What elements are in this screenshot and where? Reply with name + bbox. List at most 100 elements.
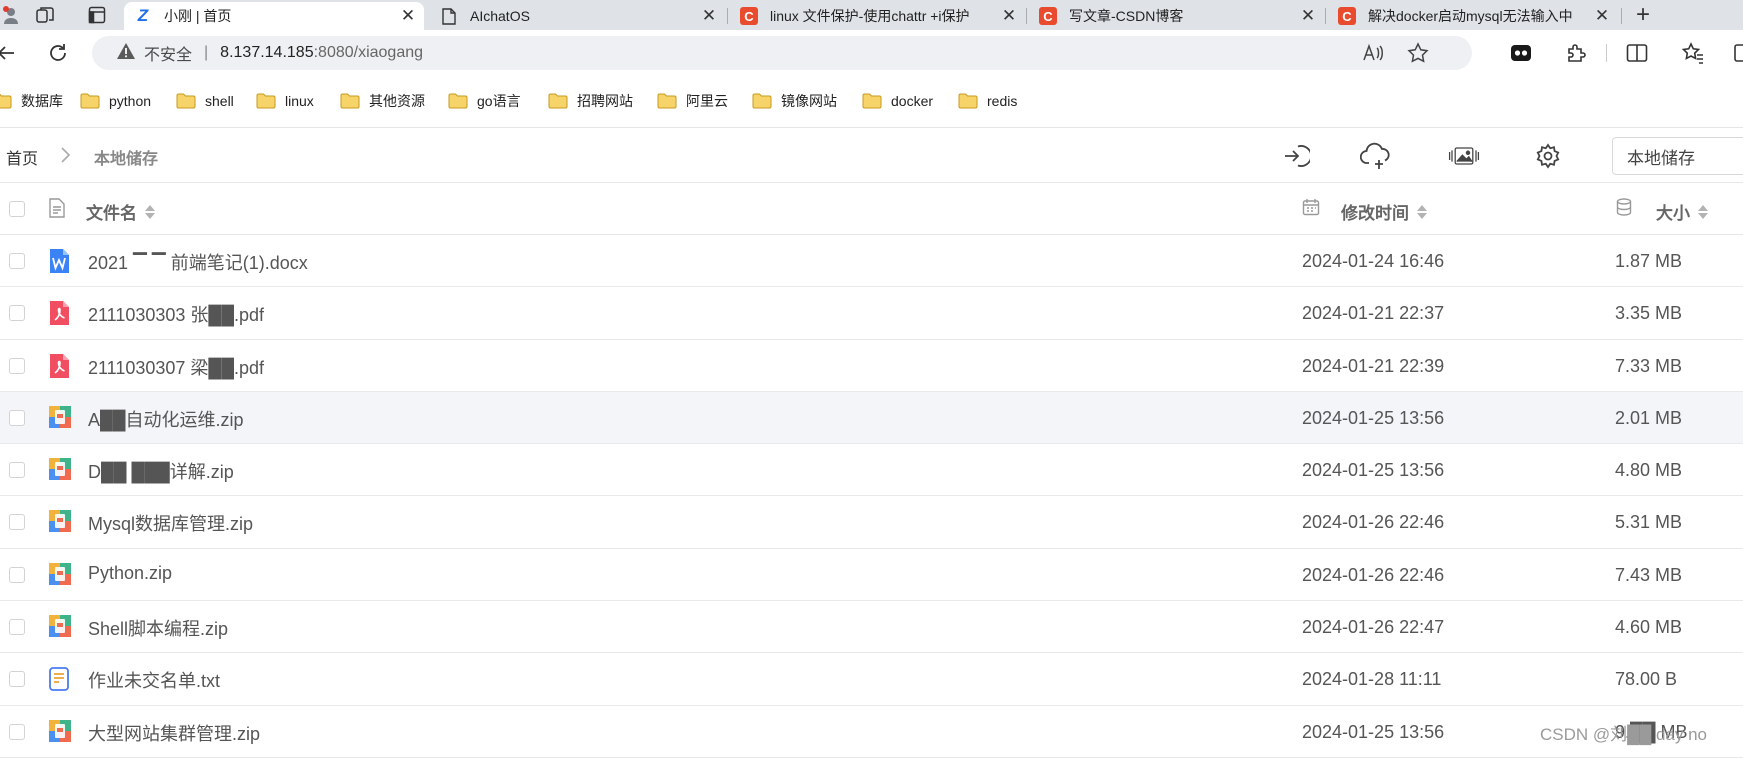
settings-gear-icon[interactable] [1532, 141, 1564, 171]
file-type-header-icon [48, 198, 66, 218]
tab-linux-chattr[interactable]: C linux 文件保护-使用chattr +i保护 ✕ [730, 2, 1025, 30]
row-checkbox[interactable] [9, 253, 25, 269]
reload-icon[interactable] [44, 39, 72, 67]
tab-docker-mysql[interactable]: C 解决docker启动mysql无法输入中 ✕ [1328, 2, 1618, 30]
file-row[interactable]: 作业未交名单.txt 2024-01-28 11:11 78.00 B [0, 653, 1743, 706]
login-icon[interactable] [1280, 141, 1312, 171]
file-name[interactable]: 2111030307 梁██.pdf [88, 354, 264, 380]
file-name[interactable]: Python.zip [88, 563, 172, 584]
tab-csdn-write[interactable]: C 写文章-CSDN博客 ✕ [1029, 2, 1324, 30]
new-tab-button[interactable]: + [1628, 1, 1658, 28]
folder-icon [340, 93, 360, 109]
file-size: 7.43 MB [1615, 564, 1683, 585]
bookmark-label: docker [891, 93, 934, 109]
workspaces-icon[interactable] [28, 3, 62, 27]
close-tab-icon[interactable]: ✕ [1590, 4, 1614, 28]
bookmark-label: 其他资源 [369, 93, 425, 109]
file-modified: 2024-01-28 11:11 [1302, 669, 1442, 690]
sort-icon[interactable] [1698, 204, 1708, 219]
bookmark-folder[interactable]: linux [256, 90, 314, 112]
bookmark-folder[interactable]: 数据库 [0, 90, 63, 112]
file-modified: 2024-01-26 22:46 [1302, 512, 1445, 533]
file-name[interactable]: 2021 ▔ ▔ 前端笔记(1).docx [88, 249, 308, 275]
bookmark-folder[interactable]: 其他资源 [340, 90, 425, 112]
file-row[interactable]: Mysql数据库管理.zip 2024-01-26 22:46 5.31 MB [0, 496, 1743, 549]
row-checkbox[interactable] [9, 671, 25, 688]
extensions-puzzle-icon[interactable] [1563, 40, 1589, 66]
bookmark-folder[interactable]: 招聘网站 [548, 90, 633, 112]
file-row[interactable]: Shell脚本编程.zip 2024-01-26 22:47 4.60 MB [0, 601, 1743, 654]
file-modified: 2024-01-21 22:39 [1302, 355, 1445, 376]
tab-title: linux 文件保护-使用chattr +i保护 [770, 8, 970, 24]
cloud-upload-icon[interactable] [1360, 141, 1392, 171]
row-checkbox[interactable] [9, 566, 25, 583]
warning-icon[interactable] [116, 42, 136, 65]
row-checkbox[interactable] [9, 723, 25, 740]
column-size-header[interactable]: 大小 [1656, 199, 1708, 224]
file-modified: 2024-01-26 22:46 [1302, 564, 1445, 585]
row-checkbox[interactable] [9, 514, 25, 531]
favorite-star-icon[interactable] [1406, 41, 1430, 65]
tab-xiaogang-home[interactable]: Z 小刚 | 首页 ✕ [124, 2, 424, 30]
close-tab-icon[interactable]: ✕ [396, 4, 420, 28]
column-modified-header[interactable]: 修改时间 [1341, 199, 1427, 224]
file-name[interactable]: D██ ███详解.zip [88, 458, 234, 484]
file-row[interactable]: 大型网站集群管理.zip 2024-01-25 13:56 9.██ MB [0, 706, 1743, 758]
gallery-icon[interactable] [1448, 141, 1480, 171]
file-row[interactable]: 2111030307 梁██.pdf 2024-01-21 22:39 7.33 M… [0, 340, 1743, 392]
breadcrumb-home[interactable]: 首页 [6, 145, 38, 169]
zip-file-icon [48, 509, 72, 535]
zip-file-icon [48, 562, 72, 588]
row-checkbox[interactable] [9, 462, 25, 479]
split-screen-icon[interactable] [1624, 40, 1650, 66]
profile-avatar-icon[interactable] [0, 3, 28, 27]
vertical-tabs-icon[interactable] [80, 3, 114, 27]
bookmark-folder[interactable]: 镜像网站 [752, 90, 837, 112]
bookmark-label: go语言 [477, 93, 521, 109]
file-row[interactable]: 2111030303 张██.pdf 2024-01-21 22:37 3.35 M… [0, 287, 1743, 340]
file-size: 4.80 MB [1615, 460, 1683, 481]
select-all-checkbox[interactable] [9, 201, 25, 217]
row-checkbox[interactable] [9, 357, 25, 374]
file-row[interactable]: D██ ███详解.zip 2024-01-25 13:56 4.80 MB [0, 444, 1743, 497]
file-name[interactable]: Shell脚本编程.zip [88, 615, 228, 641]
file-row[interactable]: Python.zip 2024-01-26 22:46 7.43 MB [0, 549, 1743, 602]
close-tab-icon[interactable]: ✕ [697, 4, 721, 28]
file-name[interactable]: 大型网站集群管理.zip [88, 720, 260, 746]
bookmark-folder[interactable]: redis [958, 90, 1017, 112]
bookmark-folder[interactable]: python [80, 90, 151, 112]
row-checkbox[interactable] [9, 305, 25, 322]
not-secure-label: 不安全 [144, 47, 193, 64]
collections-icon[interactable] [1730, 40, 1743, 66]
file-name[interactable]: 2111030303 张██.pdf [88, 301, 264, 327]
address-bar[interactable]: 不安全 | 8.137.14.185 :8080/xiaogang [92, 36, 1472, 70]
close-tab-icon[interactable]: ✕ [1296, 4, 1320, 28]
bookmark-folder[interactable]: docker [862, 90, 933, 112]
file-name[interactable]: Mysql数据库管理.zip [88, 510, 253, 536]
folder-icon [176, 93, 196, 109]
sort-icon[interactable] [145, 204, 155, 219]
sort-icon[interactable] [1417, 204, 1427, 219]
favorites-icon[interactable] [1680, 40, 1706, 66]
close-tab-icon[interactable]: ✕ [997, 4, 1021, 28]
file-row[interactable]: A██自动化运维.zip 2024-01-25 13:56 2.01 MB [0, 391, 1743, 445]
storage-select[interactable]: 本地储存 [1612, 137, 1743, 175]
tab-aichatos[interactable]: AIchatOS ✕ [430, 2, 725, 30]
file-name[interactable]: A██自动化运维.zip [88, 406, 244, 432]
pdf-file-icon [48, 300, 72, 326]
read-aloud-icon[interactable] [1362, 41, 1386, 65]
extension-icon[interactable] [1508, 40, 1534, 66]
file-list: 2021 ▔ ▔ 前端笔记(1).docx 2024-01-24 16:46 1.8… [0, 235, 1743, 758]
file-row[interactable]: 2021 ▔ ▔ 前端笔记(1).docx 2024-01-24 16:46 1.8… [0, 235, 1743, 288]
tab-divider [1026, 8, 1027, 24]
bookmark-label: python [109, 93, 152, 109]
file-name[interactable]: 作业未交名单.txt [88, 667, 220, 693]
row-checkbox[interactable] [9, 619, 25, 636]
column-name-header[interactable]: 文件名 [86, 199, 155, 224]
bookmark-folder[interactable]: go语言 [448, 90, 521, 112]
row-checkbox[interactable] [9, 409, 25, 426]
zip-file-icon [48, 614, 72, 640]
back-arrow-icon[interactable] [0, 39, 20, 67]
bookmark-folder[interactable]: 阿里云 [657, 90, 728, 112]
bookmark-folder[interactable]: shell [176, 90, 234, 112]
